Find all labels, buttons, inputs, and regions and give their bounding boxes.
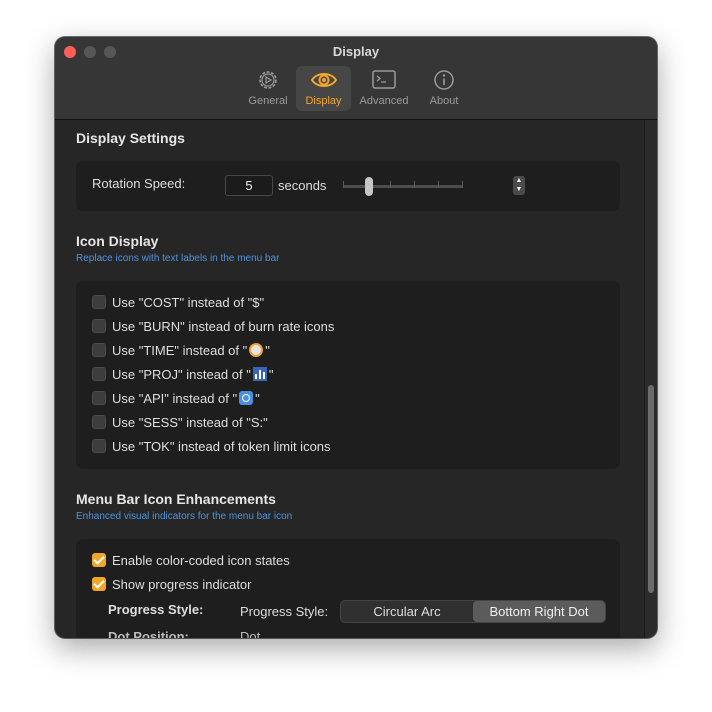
section-title-icon-display: Icon Display [76, 233, 159, 249]
tab-general[interactable]: General [243, 66, 293, 111]
section-subtitle-enhancements: Enhanced visual indicators for the menu … [76, 511, 293, 522]
checkbox-label: Show progress indicator [112, 576, 252, 592]
display-settings-panel: Rotation Speed: 5 seconds ▲ ▼ [76, 161, 620, 211]
checkbox-row-burn[interactable]: Use "BURN" instead of burn rate icons [92, 317, 334, 335]
rotation-unit-label: seconds [278, 178, 327, 193]
checkbox[interactable] [92, 553, 106, 567]
slider-tick [462, 181, 463, 188]
checkbox-row-time[interactable]: Use "TIME" instead of " " [92, 341, 270, 359]
tab-label: Display [305, 95, 342, 107]
tab-label: General [248, 95, 288, 107]
checkbox[interactable] [92, 295, 106, 309]
tab-display[interactable]: Display [296, 66, 351, 111]
bar-chart-icon-bar [262, 372, 265, 379]
checkbox-label: Enable color-coded icon states [112, 552, 290, 568]
bar-chart-icon-bar [254, 374, 257, 379]
checkbox[interactable] [92, 577, 106, 591]
info-icon [434, 70, 454, 90]
dot-position-value: Dot [240, 629, 261, 638]
refresh-icon [239, 391, 254, 405]
section-title-enhancements: Menu Bar Icon Enhancements [76, 491, 276, 507]
preferences-window: Display General Display Advanced About D… [55, 37, 657, 638]
segment-bottom-right-dot[interactable]: Bottom Right Dot [473, 601, 605, 622]
checkbox-row-progress[interactable]: Show progress indicator [92, 575, 251, 593]
rotation-speed-stepper[interactable]: ▲ ▼ [513, 176, 525, 195]
chevron-up-icon[interactable]: ▲ [513, 176, 525, 185]
title-bar: Display General Display Advanced About [55, 37, 657, 120]
gear-icon [259, 71, 277, 89]
checkbox-label: Use "API" instead of " [112, 390, 238, 406]
checkbox[interactable] [92, 367, 106, 381]
checkbox-row-proj[interactable]: Use "PROJ" instead of " " [92, 365, 273, 383]
tab-label: Advanced [359, 95, 409, 107]
checkbox[interactable] [92, 415, 106, 429]
vertical-scrollbar[interactable] [644, 120, 657, 638]
checkbox-label: Use "BURN" instead of burn rate icons [112, 318, 335, 334]
checkbox-label: Use "SESS" instead of "S:" [112, 414, 268, 430]
checkbox[interactable] [92, 343, 106, 357]
checkbox-label-suffix: " [255, 390, 260, 406]
checkbox-row-tok[interactable]: Use "TOK" instead of token limit icons [92, 437, 331, 455]
bar-chart-icon-bar [258, 370, 261, 379]
content-area: Display Settings Rotation Speed: 5 secon… [55, 120, 657, 638]
checkbox-label: Use "TOK" instead of token limit icons [112, 438, 331, 454]
terminal-icon [372, 70, 396, 89]
chevron-down-icon[interactable]: ▼ [513, 185, 525, 194]
rotation-speed-field[interactable]: 5 [225, 175, 273, 196]
scrollbar-thumb[interactable] [648, 385, 654, 593]
progress-style-segmented-control[interactable]: Circular Arc Bottom Right Dot [340, 600, 606, 623]
checkbox-row-sess[interactable]: Use "SESS" instead of "S:" [92, 413, 268, 431]
dot-position-label: Dot Position: [108, 629, 189, 638]
section-title-display-settings: Display Settings [76, 130, 185, 146]
enhancements-panel: Enable color-coded icon states Show prog… [76, 539, 620, 638]
checkbox-row-cost[interactable]: Use "COST" instead of "$" [92, 293, 264, 311]
section-subtitle-icon-display: Replace icons with text labels in the me… [76, 253, 280, 264]
checkbox-row-api[interactable]: Use "API" instead of " " [92, 389, 260, 407]
tab-about[interactable]: About [419, 66, 469, 111]
checkbox[interactable] [92, 391, 106, 405]
slider-thumb[interactable] [365, 177, 373, 196]
checkbox-label-suffix: " [265, 342, 270, 358]
segment-circular-arc[interactable]: Circular Arc [341, 601, 473, 622]
bar-chart-icon [252, 367, 267, 381]
tab-advanced[interactable]: Advanced [354, 66, 414, 111]
checkbox-label: Use "COST" instead of "$" [112, 294, 265, 310]
progress-style-inner-label: Progress Style: [240, 604, 329, 619]
slider-track [343, 185, 463, 188]
slider-tick [438, 181, 439, 188]
slider-tick [343, 181, 344, 188]
checkbox[interactable] [92, 319, 106, 333]
progress-style-label: Progress Style: [108, 602, 204, 617]
tab-label: About [429, 95, 459, 107]
checkbox-row-color-coded[interactable]: Enable color-coded icon states [92, 551, 290, 569]
icon-display-panel: Use "COST" instead of "$" Use "BURN" ins… [76, 281, 620, 469]
checkbox[interactable] [92, 439, 106, 453]
checkbox-label: Use "PROJ" instead of " [112, 366, 251, 382]
checkbox-label: Use "TIME" instead of " [112, 342, 248, 358]
rotation-speed-label: Rotation Speed: [92, 176, 186, 191]
slider-tick [414, 181, 415, 188]
eye-icon [310, 73, 337, 87]
window-title: Display [332, 44, 380, 59]
rotation-speed-slider[interactable] [343, 177, 463, 196]
slider-tick [390, 181, 391, 188]
checkbox-label-suffix: " [268, 366, 274, 382]
stopwatch-icon [249, 343, 264, 357]
